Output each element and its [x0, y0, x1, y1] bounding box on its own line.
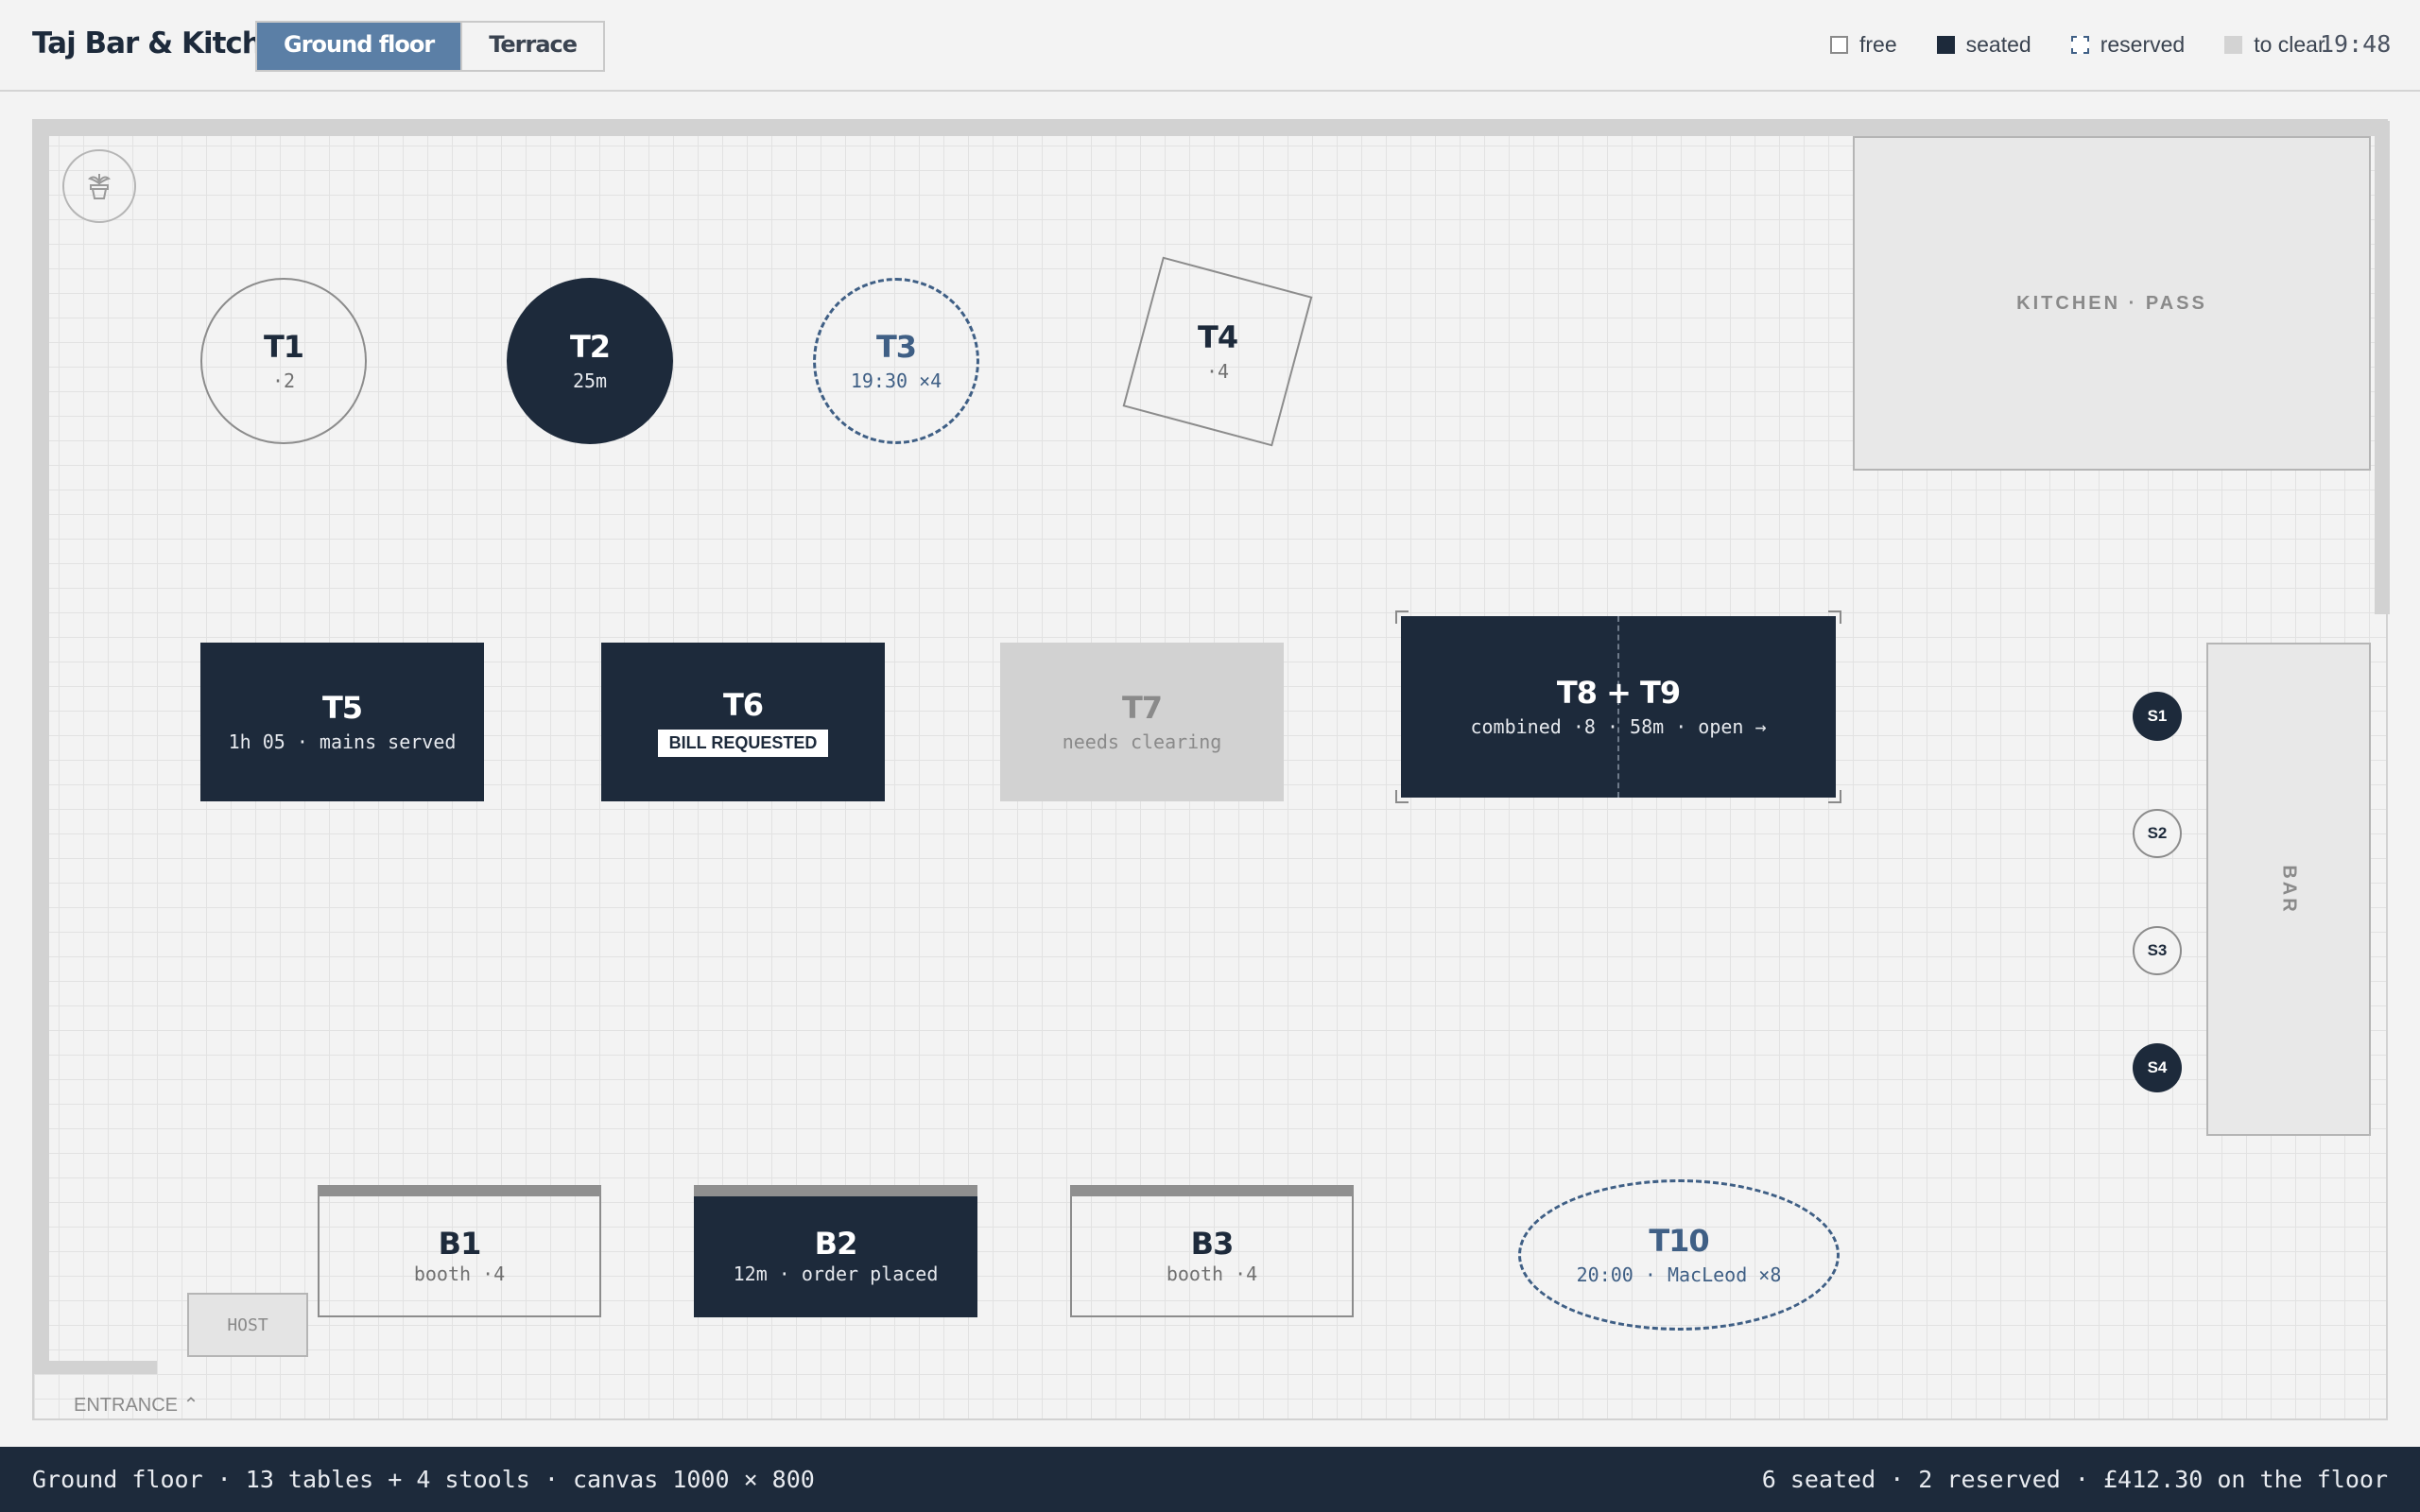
stool-s3[interactable]: S3 [2133, 926, 2182, 975]
entrance-label: ENTRANCE ⌃ [74, 1393, 199, 1417]
booth-b3-name: B3 [1190, 1226, 1235, 1262]
booth-b3-seats: booth ·4 [1166, 1263, 1258, 1285]
table-t3-name: T3 [875, 329, 917, 365]
chevron-up-icon: ⌃ [182, 1395, 199, 1416]
table-t8-t9-combined[interactable]: T8 + T9 combined ·8 · 58m · open → [1395, 610, 1841, 803]
booth-b1[interactable]: B1 booth ·4 [318, 1185, 601, 1317]
table-t8-t9-status: combined ·8 · 58m · open → [1470, 715, 1767, 738]
table-t4-content: T4 ·4 [1197, 319, 1238, 383]
legend-reserved-swatch [2070, 36, 2089, 54]
table-t5-status: 1h 05 · mains served [228, 730, 457, 753]
stool-s2[interactable]: S2 [2133, 809, 2182, 858]
wall-right [2375, 121, 2390, 614]
booth-b3-backrest [1070, 1185, 1354, 1196]
legend-free: free [1830, 32, 1897, 58]
legend-seated: seated [1936, 32, 2031, 58]
table-t3-reservation: 19:30 ×4 [850, 369, 942, 392]
entrance-text: ENTRANCE [74, 1395, 179, 1416]
wall-entrance [34, 1361, 157, 1374]
legend-seated-label: seated [1965, 32, 2031, 57]
legend-reserved: reserved [2070, 32, 2186, 58]
table-t8-t9-name: T8 + T9 [1556, 675, 1681, 711]
legend-free-label: free [1859, 32, 1897, 57]
booth-b1-name: B1 [438, 1226, 482, 1262]
table-t10-reservation: 20:00 · MacLeod ×8 [1576, 1263, 1782, 1286]
wall-top [34, 121, 2390, 136]
tab-ground-floor[interactable]: Ground floor [257, 23, 461, 70]
status-bar-left: Ground floor · 13 tables + 4 stools · ca… [32, 1466, 815, 1493]
booth-b2[interactable]: B2 12m · order placed [694, 1185, 977, 1317]
status-legend: free seated reserved to clear [1830, 32, 2365, 58]
legend-to-clear-label: to clear [2254, 32, 2325, 57]
floor-plan: KITCHEN · PASS BAR T1 ·2 T2 25m T3 19:30… [32, 119, 2390, 1420]
table-t5-name: T5 [321, 690, 363, 726]
table-t2-time: 25m [572, 369, 608, 392]
booth-b2-status: 12m · order placed [733, 1263, 939, 1285]
plant-icon [62, 149, 136, 223]
legend-to-clear-swatch [2224, 36, 2243, 54]
table-t10[interactable]: T10 20:00 · MacLeod ×8 [1518, 1179, 1840, 1331]
table-t6[interactable]: T6 BILL REQUESTED [601, 643, 885, 801]
corner-bl [1395, 790, 1409, 803]
table-t5[interactable]: T5 1h 05 · mains served [200, 643, 484, 801]
booth-b2-name: B2 [814, 1226, 858, 1262]
legend-to-clear: to clear [2224, 32, 2325, 58]
stool-s1[interactable]: S1 [2133, 692, 2182, 741]
stool-s4[interactable]: S4 [2133, 1043, 2182, 1092]
table-t2[interactable]: T2 25m [507, 278, 673, 444]
corner-tl [1395, 610, 1409, 624]
bar-label: BAR [2278, 864, 2300, 915]
table-t7-name: T7 [1121, 690, 1163, 726]
booth-b3[interactable]: B3 booth ·4 [1070, 1185, 1354, 1317]
booth-b1-backrest [318, 1185, 601, 1196]
table-t7[interactable]: T7 needs clearing [1000, 643, 1284, 801]
table-t6-name: T6 [722, 686, 764, 723]
booth-b1-seats: booth ·4 [413, 1263, 506, 1285]
booth-b2-backrest [694, 1185, 977, 1196]
kitchen-pass: KITCHEN · PASS [1853, 136, 2371, 471]
bar-counter: BAR [2206, 643, 2371, 1136]
host-stand: HOST [187, 1293, 308, 1357]
table-t1-seats: ·2 [271, 369, 296, 392]
table-t1-name: T1 [263, 329, 304, 365]
legend-reserved-label: reserved [2100, 32, 2186, 57]
table-t4-name: T4 [1197, 319, 1238, 355]
tab-terrace[interactable]: Terrace [460, 23, 604, 70]
table-t3[interactable]: T3 19:30 ×4 [813, 278, 979, 444]
corner-br [1828, 790, 1841, 803]
status-bar: Ground floor · 13 tables + 4 stools · ca… [0, 1447, 2420, 1512]
kitchen-pass-label: KITCHEN · PASS [2016, 292, 2207, 314]
bill-requested-badge: BILL REQUESTED [657, 729, 829, 757]
floor-tabs: Ground floor Terrace [255, 21, 606, 72]
legend-seated-swatch [1936, 36, 1955, 54]
table-t7-status: needs clearing [1062, 730, 1222, 753]
legend-free-swatch [1830, 36, 1848, 54]
table-t4-seats: ·4 [1205, 360, 1230, 383]
corner-tr [1828, 610, 1841, 624]
wall-left [34, 121, 49, 1368]
table-t1[interactable]: T1 ·2 [200, 278, 367, 444]
clock: 19:48 [2320, 30, 2392, 58]
table-t10-name: T10 [1649, 1223, 1709, 1259]
status-bar-right: 6 seated · 2 reserved · £412.30 on the f… [1761, 1466, 2388, 1493]
table-t2-name: T2 [569, 329, 611, 365]
top-bar: Taj Bar & Kitchen Ground floor Terrace f… [0, 0, 2420, 92]
table-t4[interactable]: T4 ·4 [1122, 256, 1313, 447]
